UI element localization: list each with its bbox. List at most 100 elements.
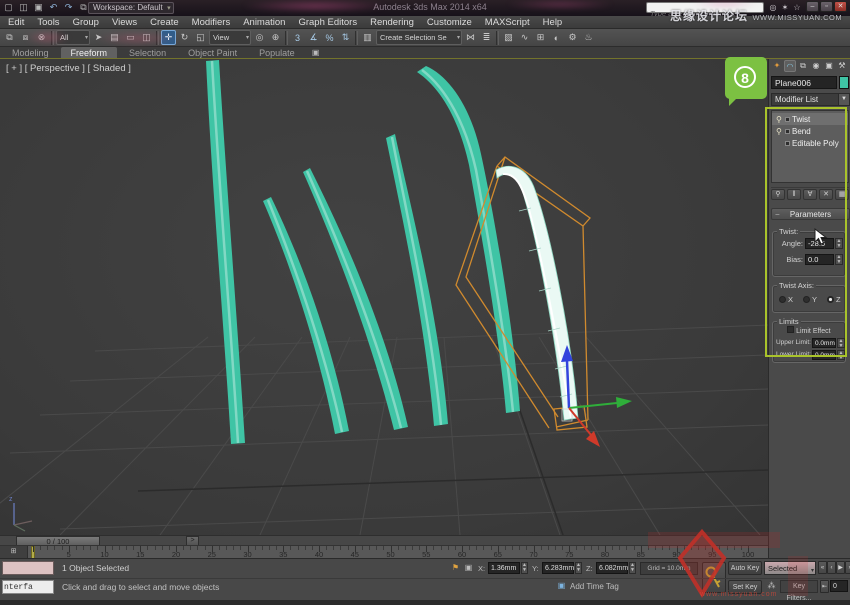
menu-item[interactable]: Rendering (370, 17, 414, 28)
toolbar-item[interactable]: All (56, 30, 90, 45)
toolbar-item[interactable]: ⧉ (2, 30, 17, 45)
toolbar-item[interactable] (285, 31, 288, 45)
stack-toolbar-button[interactable]: ‖ (787, 189, 801, 200)
modifier-list-caret-icon[interactable]: ▼ (838, 94, 849, 105)
auto-key-button[interactable]: Auto Key (728, 561, 762, 575)
toolbar-item[interactable]: ▭ (123, 30, 138, 45)
menu-item[interactable]: MAXScript (485, 17, 530, 28)
maxscript-listener-white[interactable]: nterfa (2, 580, 54, 594)
playback-button[interactable]: › (845, 561, 850, 574)
menu-item[interactable]: Modifiers (192, 17, 231, 28)
stack-toolbar-button[interactable]: ✕ (819, 189, 833, 200)
command-panel-tab-icon[interactable]: ⧉ (797, 60, 809, 72)
playback-button[interactable]: ▶ (836, 561, 845, 574)
axis-radio[interactable]: Z (827, 295, 841, 304)
modifier-stack-row[interactable]: ⚲ Bend (772, 125, 848, 137)
add-time-tag[interactable]: Add Time Tag (570, 582, 619, 591)
toolbar-item[interactable] (355, 31, 358, 45)
object-name-field[interactable]: Plane006 (771, 76, 837, 89)
toolbar-item[interactable]: ◫ (139, 30, 154, 45)
toolbar-item[interactable] (496, 31, 499, 45)
toolbar-item[interactable]: ⊗ (34, 30, 49, 45)
time-slider-track[interactable]: 0 / 100 > (0, 535, 768, 545)
lower-limit-spinner[interactable]: ▲▼ (837, 350, 845, 360)
toolbar-item[interactable]: View (209, 30, 251, 45)
modifier-stack-row[interactable]: ⚲ Editable Poly (772, 137, 848, 149)
y-coord-field[interactable]: 6.283mm (542, 562, 574, 574)
menu-item[interactable]: Tools (37, 17, 59, 28)
maxscript-listener-pink[interactable] (2, 561, 54, 575)
quick-access-icon[interactable]: ▢ (2, 1, 15, 14)
quick-access-icon[interactable]: ↷ (62, 1, 75, 14)
x-coord-field[interactable]: 1.36mm (488, 562, 520, 574)
y-coord-spinner[interactable]: ▲▼ (575, 562, 582, 574)
selection-set-dropdown[interactable]: Selected (764, 561, 816, 575)
toolbar-item[interactable]: ◱ (193, 30, 208, 45)
modifier-list-dropdown[interactable]: Modifier List ▼ (771, 93, 850, 106)
trackbar-mini-icon[interactable]: ⊞ (0, 546, 28, 558)
command-panel-tab-icon[interactable]: ⚒ (836, 60, 848, 72)
toolbar-item[interactable]: ▤ (107, 30, 122, 45)
menu-item[interactable]: Views (112, 17, 137, 28)
window-control-button[interactable]: ▫ (820, 1, 833, 12)
toolbar-item[interactable]: ↻ (177, 30, 192, 45)
quick-access-icon[interactable]: ◫ (17, 1, 30, 14)
quick-access-icon[interactable]: ▣ (32, 1, 45, 14)
toolbar-item[interactable]: ⋈ (463, 30, 478, 45)
toolbar-item[interactable]: ➤ (91, 30, 106, 45)
stack-toolbar-button[interactable]: ▦ (835, 189, 849, 200)
ribbon-tab[interactable]: Populate (249, 47, 305, 58)
command-panel-tab-icon[interactable]: ◠ (784, 60, 796, 72)
axis-radio[interactable]: Y (803, 295, 817, 304)
stack-toolbar-button[interactable]: ⚲ (771, 189, 785, 200)
toolbar-item[interactable]: ◎ (252, 30, 267, 45)
key-mode-toggle[interactable]: ⇤ (820, 580, 829, 593)
limit-effect-checkbox[interactable] (787, 326, 794, 333)
toolbar-item[interactable]: ⧈ (18, 30, 33, 45)
ruler[interactable]: ⊞ 51015202530354045505560657075808590951… (0, 545, 768, 558)
parameters-rollout-header[interactable]: − Parameters (771, 208, 850, 220)
ribbon-tab[interactable]: Modeling (2, 47, 59, 58)
z-coord-spinner[interactable]: ▲▼ (629, 562, 636, 574)
stack-toolbar-button[interactable]: ∀ (803, 189, 817, 200)
infocenter-icon[interactable]: ◎ (768, 2, 778, 13)
window-control-button[interactable]: ✕ (834, 1, 847, 12)
key-filters-button[interactable]: Key Filters... (780, 580, 818, 593)
toolbar-item[interactable]: ≣ (479, 30, 494, 45)
lower-limit-field[interactable]: 0.0mm (812, 350, 836, 360)
ribbon-tab[interactable]: Selection (119, 47, 176, 58)
toolbar-item[interactable]: ◐ (549, 30, 564, 45)
lightbulb-icon[interactable]: ⚲ (776, 115, 783, 124)
toolbar-item[interactable]: % (322, 30, 337, 45)
window-control-button[interactable]: – (806, 1, 819, 12)
upper-limit-spinner[interactable]: ▲▼ (837, 338, 845, 348)
ribbon-tab[interactable]: Freeform (61, 47, 118, 58)
toolbar-item[interactable]: ⊕ (268, 30, 283, 45)
menu-item[interactable]: Customize (427, 17, 472, 28)
command-panel-tab-icon[interactable]: ◉ (810, 60, 822, 72)
menu-item[interactable]: Animation (243, 17, 285, 28)
bias-spinner[interactable]: ▲▼ (835, 254, 843, 265)
toolbar-item[interactable]: 3 (290, 30, 305, 45)
toolbar-item[interactable] (156, 31, 159, 45)
ribbon-minimize-icon[interactable]: ▣ (307, 47, 325, 58)
toolbar-item[interactable]: ♨ (581, 30, 596, 45)
toolbar-item[interactable]: ∡ (306, 30, 321, 45)
angle-spinner[interactable]: ▲▼ (835, 238, 843, 249)
z-coord-field[interactable]: 6.082mm (596, 562, 628, 574)
bias-field[interactable]: 0.0 (805, 254, 834, 265)
axis-radio[interactable]: X (779, 295, 793, 304)
toolbar-item[interactable] (51, 31, 54, 45)
modifier-stack-row[interactable]: ⚲ Twist (772, 113, 848, 125)
command-panel-tab-icon[interactable]: ▣ (823, 60, 835, 72)
menu-item[interactable]: Group (73, 17, 99, 28)
infocenter-icon[interactable]: ✶ (780, 2, 790, 13)
set-key-button[interactable]: Set Key (728, 580, 762, 594)
toolbar-item[interactable]: ✛ (161, 30, 176, 45)
command-panel-tab-icon[interactable]: ✦ (771, 60, 783, 72)
menu-item[interactable]: Help (543, 17, 563, 28)
toolbar-item[interactable]: ⊞ (533, 30, 548, 45)
quick-access-icon[interactable]: ↶ (47, 1, 60, 14)
playback-button[interactable]: ‹ (827, 561, 836, 574)
lightbulb-icon[interactable]: ⚲ (776, 127, 783, 136)
